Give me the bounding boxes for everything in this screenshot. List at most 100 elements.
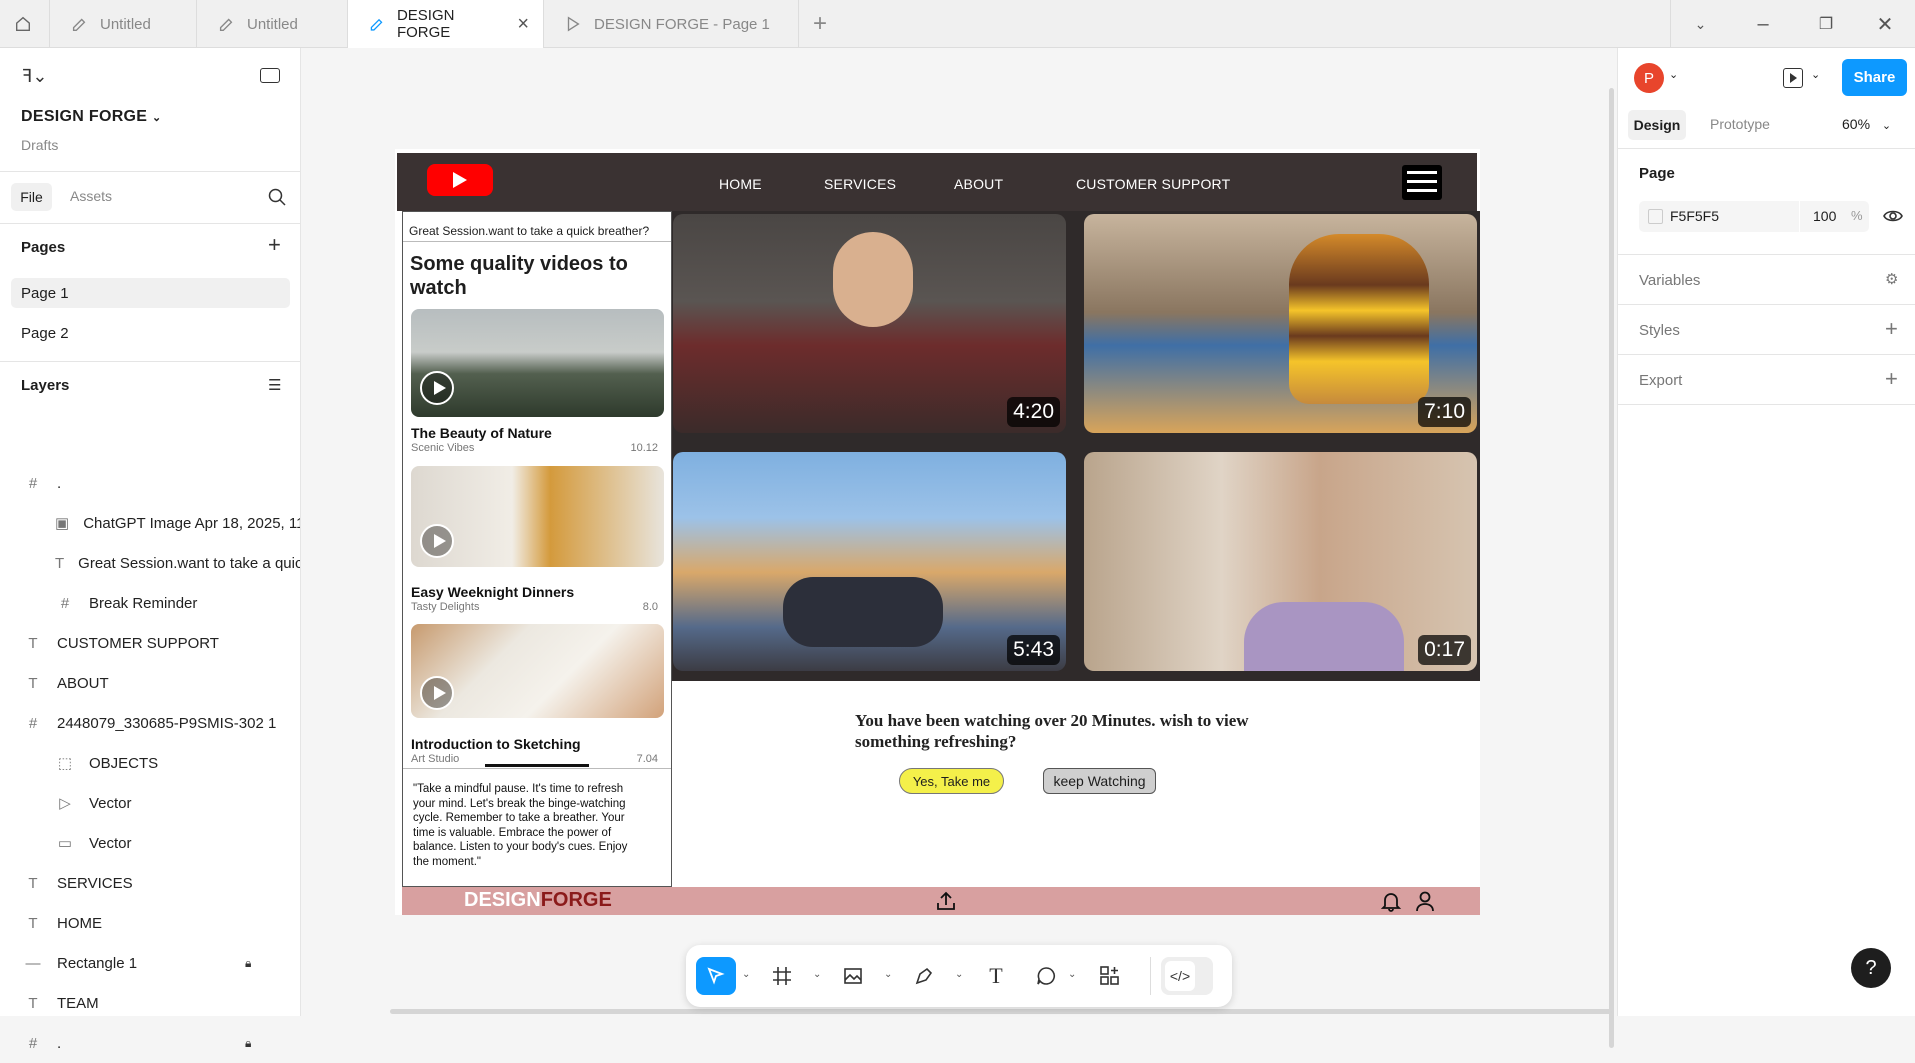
horizontal-scrollbar[interactable] <box>390 1009 1612 1014</box>
move-tool-button[interactable] <box>696 957 736 995</box>
tab-label: Untitled <box>247 15 298 33</box>
dinners-thumbnail[interactable] <box>411 466 664 567</box>
layer-item[interactable]: T SERVICES <box>0 863 300 903</box>
video-title[interactable]: Easy Weeknight Dinners <box>411 584 574 600</box>
play-icon[interactable] <box>420 524 454 558</box>
tab-design[interactable]: Design <box>1628 110 1686 140</box>
vertical-scrollbar[interactable] <box>1609 88 1614 1048</box>
chevron-down-icon[interactable]: ⌄ <box>813 969 821 980</box>
video-card-gaming[interactable]: 5:43 <box>673 452 1066 671</box>
video-card-burger[interactable]: 7:10 <box>1084 214 1477 433</box>
upload-icon[interactable] <box>935 890 957 912</box>
layer-item[interactable]: #. <box>0 463 300 503</box>
tab-untitled-2[interactable]: Untitled <box>197 0 348 48</box>
actions-tool-button[interactable] <box>1096 962 1124 990</box>
chevron-down-icon[interactable]: ⌄ <box>884 969 892 980</box>
layer-item[interactable]: # Break Reminder <box>0 583 300 623</box>
restore-button[interactable]: ❐ <box>1796 0 1856 48</box>
layer-item[interactable]: — Rectangle 1 🔒︎ <box>0 943 300 983</box>
play-icon[interactable] <box>420 676 454 710</box>
home-tab[interactable] <box>0 0 50 48</box>
sidebar-toggle-icon[interactable] <box>260 68 280 83</box>
close-tab-icon[interactable]: × <box>517 13 529 36</box>
nature-thumbnail[interactable] <box>411 309 664 417</box>
layer-item[interactable]: ▭ Vector <box>0 823 300 863</box>
opacity-value[interactable]: 100 <box>1813 208 1836 224</box>
scroll-indicator[interactable] <box>485 764 589 767</box>
layer-item[interactable]: ⬚ OBJECTS <box>0 743 300 783</box>
comment-tool-button[interactable] <box>1032 962 1060 990</box>
page-color-value[interactable]: F5F5F5 <box>1670 208 1719 224</box>
assets-tab[interactable]: Assets <box>70 188 112 204</box>
chevron-down-icon[interactable]: ⌄ <box>955 969 963 980</box>
user-avatar[interactable]: P <box>1634 63 1664 93</box>
image-tool-button[interactable] <box>839 962 867 990</box>
design-frame[interactable]: HOME SERVICES ABOUT CUSTOMER SUPPORT Gre… <box>395 149 1480 915</box>
close-window-button[interactable]: ✕ <box>1855 0 1915 48</box>
add-export-icon[interactable]: + <box>1885 366 1898 392</box>
video-title[interactable]: Introduction to Sketching <box>411 736 581 752</box>
nav-home[interactable]: HOME <box>719 176 762 192</box>
tab-prototype[interactable]: Prototype <box>1710 116 1770 132</box>
dev-mode-toggle[interactable]: </> <box>1161 957 1213 995</box>
nav-customer-support[interactable]: CUSTOMER SUPPORT <box>1076 176 1230 192</box>
new-tab-button[interactable]: + <box>790 0 850 48</box>
nav-about[interactable]: ABOUT <box>954 176 1003 192</box>
bell-icon[interactable] <box>1380 890 1402 912</box>
file-tab[interactable]: File <box>11 183 52 211</box>
tab-prototype-page[interactable]: DESIGN FORGE - Page 1 <box>544 0 799 48</box>
project-title[interactable]: DESIGN FORGE ⌄ <box>21 108 162 126</box>
tabs-menu-chevron-icon[interactable]: ⌄ <box>1670 0 1730 48</box>
project-location[interactable]: Drafts <box>21 137 58 153</box>
lock-icon[interactable]: 🔒︎ <box>245 1036 251 1051</box>
layer-item[interactable]: #. 🔒︎ <box>0 1023 300 1063</box>
color-swatch[interactable] <box>1648 209 1663 224</box>
minimize-button[interactable]: – <box>1733 0 1793 48</box>
hamburger-menu-icon[interactable] <box>1402 165 1442 200</box>
sketching-thumbnail[interactable] <box>411 624 664 718</box>
chevron-down-icon[interactable]: ⌄ <box>742 969 750 980</box>
lock-icon[interactable]: 🔒︎ <box>245 956 251 971</box>
layer-item[interactable]: ▷ Vector <box>0 783 300 823</box>
chevron-down-icon[interactable]: ⌄ <box>1068 969 1076 980</box>
page-item-2[interactable]: Page 2 <box>21 325 69 342</box>
add-page-icon[interactable]: + <box>268 232 281 258</box>
layer-item[interactable]: T CUSTOMER SUPPORT <box>0 623 300 663</box>
search-icon[interactable] <box>268 188 286 206</box>
frame-tool-button[interactable] <box>768 962 796 990</box>
canvas[interactable]: HOME SERVICES ABOUT CUSTOMER SUPPORT Gre… <box>302 48 1616 1048</box>
layer-item[interactable]: T Great Session.want to take a quic <box>0 543 300 583</box>
layer-item[interactable]: T ABOUT <box>0 663 300 703</box>
chevron-down-icon[interactable]: ⌄ <box>1811 68 1820 81</box>
video-card-laughing[interactable]: 0:17 <box>1084 452 1477 671</box>
figma-menu-icon[interactable]: ꟻ⌄ <box>22 66 47 87</box>
yes-take-me-button[interactable]: Yes, Take me <box>899 768 1004 794</box>
zoom-level[interactable]: 60% ⌄ <box>1842 116 1891 132</box>
layers-menu-icon[interactable]: ☰ <box>268 376 281 394</box>
youtube-logo <box>427 164 493 196</box>
variables-settings-icon[interactable]: ⚙ <box>1885 270 1898 288</box>
help-button[interactable]: ? <box>1851 948 1891 988</box>
video-card-yawn[interactable]: 4:20 <box>673 214 1066 433</box>
home-icon <box>16 16 30 31</box>
share-button[interactable]: Share <box>1842 59 1907 96</box>
present-icon[interactable] <box>1783 68 1803 88</box>
pen-tool-button[interactable] <box>910 962 938 990</box>
nav-services[interactable]: SERVICES <box>824 176 896 192</box>
layer-item[interactable]: #2448079_330685-P9SMIS-302 1 <box>0 703 300 743</box>
keep-watching-button[interactable]: keep Watching <box>1043 768 1156 794</box>
layer-item[interactable]: T HOME <box>0 903 300 943</box>
layer-item[interactable]: ▣ ChatGPT Image Apr 18, 2025, 11_ <box>0 503 300 543</box>
video-title[interactable]: The Beauty of Nature <box>411 425 552 441</box>
play-icon[interactable] <box>420 371 454 405</box>
page-item-1[interactable]: Page 1 <box>21 285 69 302</box>
chevron-down-icon[interactable]: ⌄ <box>1669 68 1678 81</box>
page-color-field[interactable]: F5F5F5 100 % <box>1639 201 1869 232</box>
user-icon[interactable] <box>1414 890 1436 912</box>
tab-untitled-1[interactable]: Untitled <box>50 0 197 48</box>
add-style-icon[interactable]: + <box>1885 316 1898 342</box>
tab-design-forge[interactable]: DESIGN FORGE × <box>348 0 544 48</box>
eye-icon[interactable] <box>1883 208 1903 224</box>
text-tool-icon[interactable]: T <box>982 962 1010 990</box>
layer-item[interactable]: T TEAM <box>0 983 300 1023</box>
